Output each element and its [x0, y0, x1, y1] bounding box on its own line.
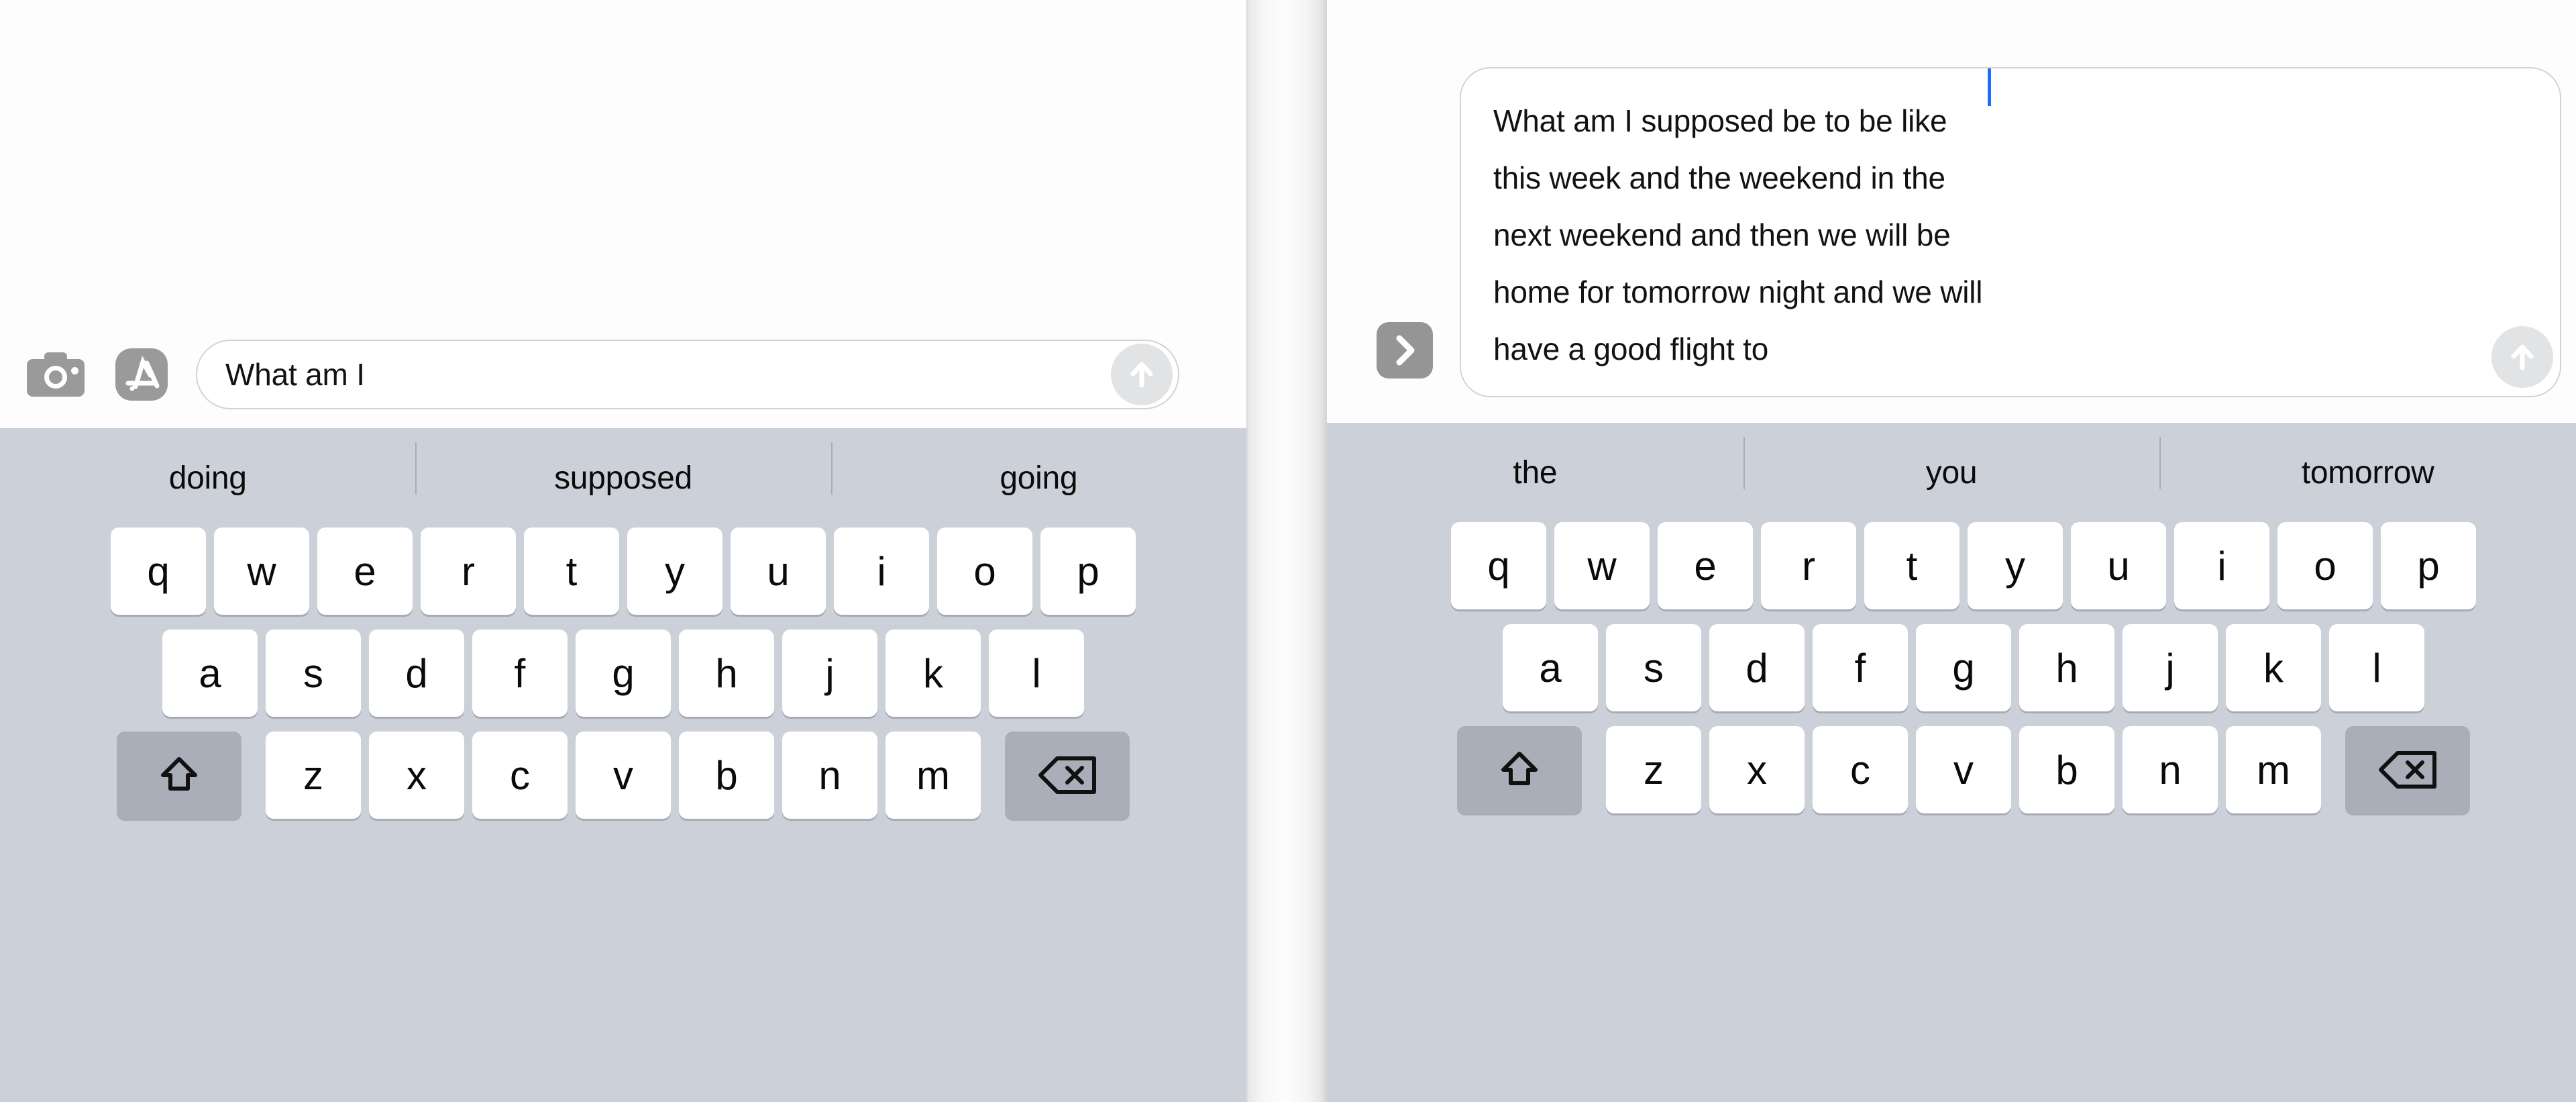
key-o[interactable]: o [2277, 522, 2373, 609]
keyboard-row-3: z x c v b n m [1327, 726, 2576, 813]
key-t[interactable]: t [524, 528, 619, 615]
delete-key[interactable] [1005, 732, 1130, 819]
arrow-up-icon [2511, 344, 2534, 370]
key-y[interactable]: y [627, 528, 722, 615]
left-suggestion-bar: doing supposed going [0, 428, 1246, 528]
key-z[interactable]: z [1606, 726, 1701, 813]
shift-key[interactable] [1457, 726, 1582, 813]
key-x[interactable]: x [369, 732, 464, 819]
keyboard-row-2: a s d f g h j k l [0, 630, 1246, 717]
keyboard-row-3: z x c v b n m [0, 732, 1246, 819]
key-b[interactable]: b [2019, 726, 2114, 813]
text-caret [1988, 68, 1992, 106]
key-e[interactable]: e [1658, 522, 1753, 609]
message-input-field[interactable]: What am I [196, 340, 1179, 409]
right-compose-bar: What am I supposed be to be like this we… [1327, 0, 2576, 423]
key-i[interactable]: i [834, 528, 929, 615]
send-button[interactable] [1111, 344, 1173, 405]
send-button[interactable] [2491, 326, 2553, 388]
key-i[interactable]: i [2174, 522, 2269, 609]
suggestion-item[interactable]: going [830, 442, 1246, 497]
expand-button[interactable] [1377, 322, 1433, 379]
key-n[interactable]: n [782, 732, 877, 819]
shift-arrow-icon [161, 757, 197, 791]
key-p[interactable]: p [1040, 528, 1136, 615]
suggestion-item[interactable]: tomorrow [2159, 436, 2576, 491]
key-w[interactable]: w [214, 528, 309, 615]
keyboard-row-1: q w e r t y u i o p [1327, 522, 2576, 609]
left-compose-bar: What am I [0, 0, 1246, 428]
key-g[interactable]: g [576, 630, 671, 717]
key-z[interactable]: z [266, 732, 361, 819]
page-spine-divider [1246, 0, 1327, 1102]
right-suggestion-bar: the you tomorrow [1327, 423, 2576, 522]
app-store-button[interactable] [105, 338, 178, 411]
key-j[interactable]: j [782, 630, 877, 717]
key-u[interactable]: u [2071, 522, 2166, 609]
key-a[interactable]: a [162, 630, 258, 717]
key-o[interactable]: o [937, 528, 1032, 615]
backspace-icon [2379, 751, 2436, 789]
key-v[interactable]: v [1916, 726, 2011, 813]
camera-icon [27, 352, 85, 397]
key-c[interactable]: c [472, 732, 568, 819]
arrow-up-icon [1130, 362, 1153, 388]
delete-key[interactable] [2345, 726, 2470, 813]
key-r[interactable]: r [1761, 522, 1856, 609]
message-input-field[interactable]: What am I supposed be to be like this we… [1460, 67, 2561, 397]
camera-button[interactable] [19, 338, 93, 411]
key-c[interactable]: c [1813, 726, 1908, 813]
key-f[interactable]: f [1813, 624, 1908, 711]
key-a[interactable]: a [1503, 624, 1598, 711]
key-q[interactable]: q [1451, 522, 1546, 609]
key-n[interactable]: n [2123, 726, 2218, 813]
left-keyboard: doing supposed going q w e r t y u i o p… [0, 428, 1246, 1102]
key-f[interactable]: f [472, 630, 568, 717]
key-v[interactable]: v [576, 732, 671, 819]
key-h[interactable]: h [2019, 624, 2114, 711]
right-keyboard: the you tomorrow q w e r t y u i o p a s… [1327, 423, 2576, 1102]
key-e[interactable]: e [317, 528, 413, 615]
right-screenshot-panel: What am I supposed be to be like this we… [1327, 0, 2576, 1102]
key-s[interactable]: s [1606, 624, 1701, 711]
key-x[interactable]: x [1709, 726, 1805, 813]
key-m[interactable]: m [885, 732, 981, 819]
key-g[interactable]: g [1916, 624, 2011, 711]
key-b[interactable]: b [679, 732, 774, 819]
key-l[interactable]: l [989, 630, 1084, 717]
message-input-value: What am I [225, 357, 365, 392]
key-p[interactable]: p [2381, 522, 2476, 609]
key-k[interactable]: k [2226, 624, 2321, 711]
key-u[interactable]: u [731, 528, 826, 615]
left-screenshot-panel: What am I doing supposed g oing q w e r t… [0, 0, 1246, 1102]
app-store-icon [115, 348, 168, 401]
key-q[interactable]: q [111, 528, 206, 615]
key-j[interactable]: j [2123, 624, 2218, 711]
suggestion-item[interactable]: supposed [415, 442, 830, 497]
suggestion-item[interactable]: doing [0, 460, 415, 497]
shift-arrow-icon [1501, 752, 1538, 785]
suggestion-item[interactable]: the [1327, 454, 1743, 491]
key-l[interactable]: l [2329, 624, 2424, 711]
shift-key[interactable] [117, 732, 241, 819]
backspace-icon [1038, 756, 1096, 794]
key-k[interactable]: k [885, 630, 981, 717]
key-h[interactable]: h [679, 630, 774, 717]
chevron-right-icon [1396, 335, 1415, 366]
suggestion-item[interactable]: you [1743, 436, 2160, 491]
key-d[interactable]: d [369, 630, 464, 717]
key-d[interactable]: d [1709, 624, 1805, 711]
key-t[interactable]: t [1864, 522, 1960, 609]
key-w[interactable]: w [1554, 522, 1650, 609]
screenshot-stage: What am I doing supposed going q w e r t… [0, 0, 2576, 1102]
key-m[interactable]: m [2226, 726, 2321, 813]
key-y[interactable]: y [1968, 522, 2063, 609]
message-input-value: What am I supposed be to be like this we… [1493, 103, 1983, 366]
keyboard-row-1: q w e r t y u i o p [0, 528, 1246, 615]
keyboard-row-2: a s d f g h j k l [1327, 624, 2576, 711]
key-r[interactable]: r [421, 528, 516, 615]
key-s[interactable]: s [266, 630, 361, 717]
